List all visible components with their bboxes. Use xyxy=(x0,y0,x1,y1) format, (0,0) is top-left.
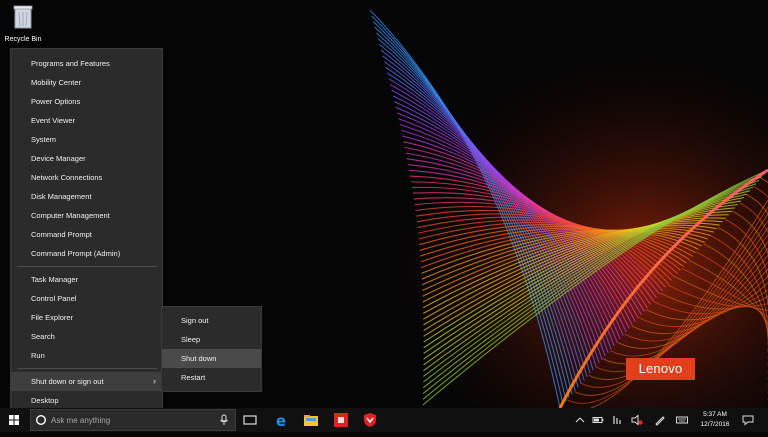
action-center-icon[interactable] xyxy=(742,414,754,426)
menu-separator xyxy=(17,368,157,369)
menu-item-task-manager[interactable]: Task Manager xyxy=(11,270,162,289)
menu-item-programs-and-features[interactable]: Programs and Features xyxy=(11,54,162,73)
chevron-up-icon[interactable] xyxy=(574,414,586,426)
clock-time: 5:37 AM xyxy=(703,411,727,418)
menu-item-disk-management[interactable]: Disk Management xyxy=(11,187,162,206)
submenu-sign-out[interactable]: Sign out xyxy=(162,311,261,330)
security-shield-icon[interactable] xyxy=(362,412,378,428)
microphone-icon[interactable] xyxy=(219,414,229,426)
menu-item-label: Shut down or sign out xyxy=(31,377,104,386)
keyboard-icon[interactable] xyxy=(676,414,688,426)
menu-item-mobility-center[interactable]: Mobility Center xyxy=(11,73,162,92)
menu-item-search[interactable]: Search xyxy=(11,327,162,346)
menu-item-run[interactable]: Run xyxy=(11,346,162,365)
power-user-menu: Programs and Features Mobility Center Po… xyxy=(10,48,163,411)
lenovo-logo: Lenovo xyxy=(626,358,695,380)
file-explorer-icon[interactable] xyxy=(303,412,319,428)
menu-separator xyxy=(17,266,157,267)
submenu-shut-down[interactable]: Shut down xyxy=(162,349,261,368)
recycle-bin-label: Recycle Bin xyxy=(4,36,42,43)
taskbar-clock[interactable]: 5:37 AM 12/7/2016 xyxy=(694,410,736,430)
taskbar: e 5:37 AM 12/7/2016 xyxy=(0,408,768,432)
chevron-right-icon: › xyxy=(153,376,156,386)
svg-text:e: e xyxy=(276,412,286,428)
volume-muted-icon[interactable] xyxy=(631,414,643,426)
shutdown-submenu: Sign out Sleep Shut down Restart xyxy=(161,306,262,392)
recycle-bin-shortcut[interactable]: Recycle Bin xyxy=(3,3,43,43)
store-icon[interactable] xyxy=(333,412,349,428)
windows-logo-icon xyxy=(9,415,19,425)
search-input[interactable] xyxy=(51,413,211,427)
network-icon[interactable] xyxy=(612,414,624,426)
recycle-bin-icon xyxy=(13,5,33,29)
menu-item-device-manager[interactable]: Device Manager xyxy=(11,149,162,168)
menu-item-event-viewer[interactable]: Event Viewer xyxy=(11,111,162,130)
menu-item-command-prompt[interactable]: Command Prompt xyxy=(11,225,162,244)
pen-icon[interactable] xyxy=(654,414,666,426)
start-button[interactable] xyxy=(0,408,28,432)
menu-item-command-prompt-admin[interactable]: Command Prompt (Admin) xyxy=(11,244,162,263)
menu-item-system[interactable]: System xyxy=(11,130,162,149)
cortana-icon xyxy=(35,414,47,426)
edge-icon[interactable]: e xyxy=(273,412,289,428)
task-view-icon[interactable] xyxy=(242,412,258,428)
menu-item-power-options[interactable]: Power Options xyxy=(11,92,162,111)
menu-item-control-panel[interactable]: Control Panel xyxy=(11,289,162,308)
menu-item-shut-down-or-sign-out[interactable]: Shut down or sign out › xyxy=(11,372,162,391)
submenu-restart[interactable]: Restart xyxy=(162,368,261,387)
menu-item-network-connections[interactable]: Network Connections xyxy=(11,168,162,187)
cortana-search-box[interactable] xyxy=(30,409,236,431)
menu-item-file-explorer[interactable]: File Explorer xyxy=(11,308,162,327)
menu-item-computer-management[interactable]: Computer Management xyxy=(11,206,162,225)
submenu-sleep[interactable]: Sleep xyxy=(162,330,261,349)
battery-icon[interactable] xyxy=(592,414,604,426)
clock-date: 12/7/2016 xyxy=(700,421,730,428)
